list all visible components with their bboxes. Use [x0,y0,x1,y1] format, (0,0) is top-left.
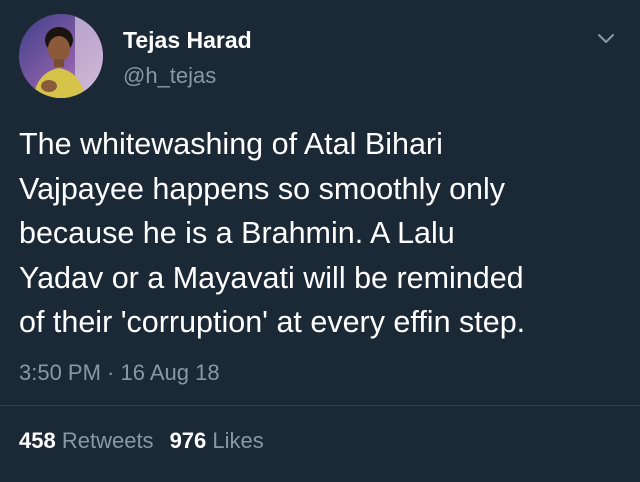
tweet-timestamp[interactable]: 3:50 PM · 16 Aug 18 [19,360,220,386]
tweet-card: Tejas Harad @h_tejas The whitewashing of… [0,0,640,482]
tweet-text-line: because he is a Brahmin. A Lalu [19,216,455,250]
divider [0,405,640,406]
tweet-text-line: Yadav or a Mayavati will be reminded [19,260,524,295]
display-name[interactable]: Tejas Harad [123,27,252,54]
tweet-text-line: of their 'corruption' at every effin ste… [19,305,526,339]
retweets-count: 458 [19,428,56,453]
user-handle[interactable]: @h_tejas [123,63,216,89]
profile-photo-icon [19,14,103,98]
likes-link[interactable]: 976 Likes [170,428,264,453]
tweet-text: The whitewashing of Atal Bihari Vajpayee… [19,122,629,345]
likes-count: 976 [169,428,207,453]
retweets-link[interactable]: 458 Retweets [19,428,154,453]
tweet-text-line: Vajpayee happens so smoothly only [19,171,506,206]
avatar[interactable] [19,14,103,98]
retweets-label: Retweets [61,428,154,453]
likes-label: Likes [212,428,264,453]
tweet-text-line: The whitewashing of Atal Bihari [19,127,443,161]
chevron-down-icon[interactable] [594,30,618,48]
engagement-stats: 458 Retweets 976 Likes [19,428,264,454]
